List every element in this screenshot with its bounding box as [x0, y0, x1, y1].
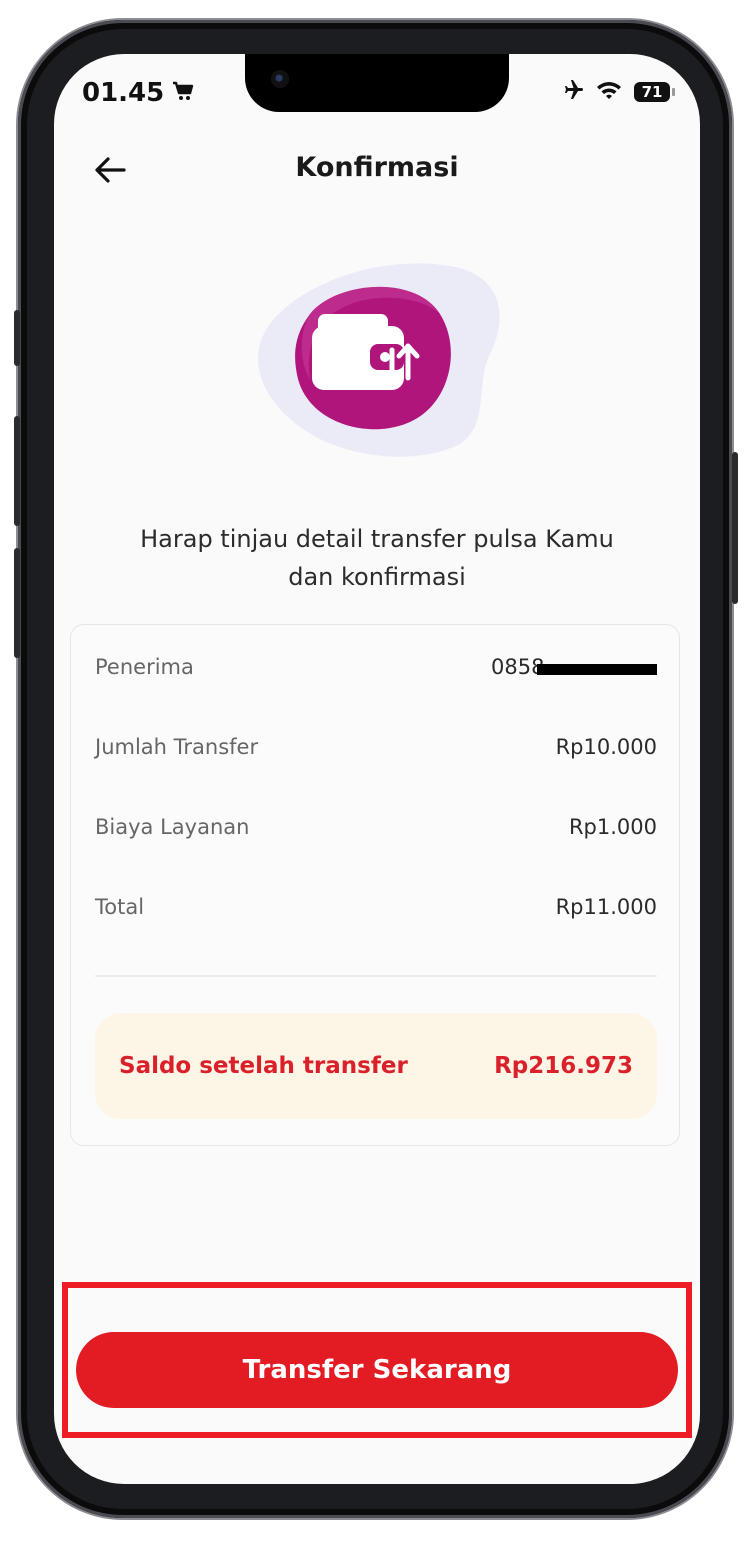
saldo-after-transfer: Saldo setelah transfer Rp216.973: [95, 1013, 657, 1119]
total-label: Total: [95, 895, 145, 919]
status-time: 01.45: [82, 78, 194, 108]
transfer-details-card: Penerima 0858 Jumlah Transfer Rp10.000 B…: [70, 624, 680, 1146]
airplane-icon: [560, 78, 584, 106]
volume-down-button: [14, 548, 20, 658]
row-jumlah-transfer: Jumlah Transfer Rp10.000: [95, 729, 657, 765]
wifi-icon: [596, 80, 622, 104]
status-icons: 71: [560, 78, 675, 106]
transfer-now-button[interactable]: Transfer Sekarang: [76, 1332, 678, 1408]
mute-switch: [14, 310, 20, 366]
battery-icon: 71: [634, 82, 675, 102]
instruction-line-1: Harap tinjau detail transfer pulsa Kamu: [140, 525, 614, 553]
app-screen: 01.45 71 Konfirmasi Harap tinjau detail …: [54, 54, 700, 1484]
instruction-line-2: dan konfirmasi: [288, 563, 466, 591]
penerima-label: Penerima: [95, 655, 194, 679]
time-text: 01.45: [82, 78, 165, 108]
front-camera: [271, 70, 289, 88]
power-button: [732, 452, 738, 604]
row-penerima: Penerima 0858: [95, 649, 657, 685]
jumlah-transfer-label: Jumlah Transfer: [95, 735, 259, 759]
row-biaya-layanan: Biaya Layanan Rp1.000: [95, 809, 657, 845]
cart-icon: [172, 78, 194, 108]
instruction-text: Harap tinjau detail transfer pulsa Kamu …: [114, 520, 640, 596]
biaya-layanan-value: Rp1.000: [568, 815, 657, 839]
wallet-transfer-icon: [240, 254, 510, 464]
jumlah-transfer-value: Rp10.000: [555, 735, 657, 759]
saldo-value: Rp216.973: [494, 1053, 633, 1079]
total-value: Rp11.000: [555, 895, 657, 919]
biaya-layanan-label: Biaya Layanan: [95, 815, 250, 839]
row-total: Total Rp11.000: [95, 889, 657, 925]
volume-up-button: [14, 416, 20, 526]
penerima-value: 0858: [491, 655, 657, 679]
page-title: Konfirmasi: [295, 152, 459, 183]
divider: [95, 975, 657, 977]
saldo-label: Saldo setelah transfer: [119, 1053, 408, 1079]
redaction-bar: [537, 664, 657, 675]
